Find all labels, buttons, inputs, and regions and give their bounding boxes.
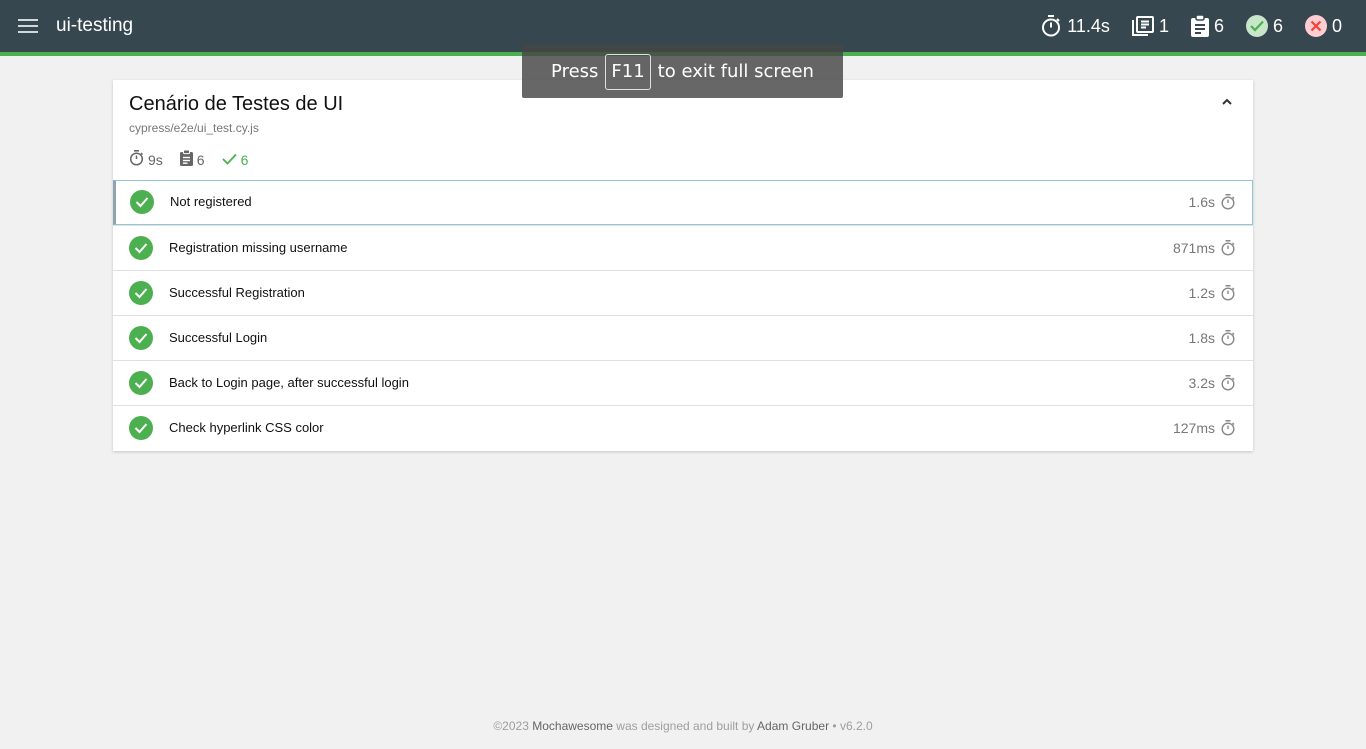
test-duration: 1.2s [1188, 285, 1215, 301]
test-title: Registration missing username [169, 240, 348, 255]
stat-duration-value: 11.4s [1067, 15, 1110, 36]
stat-failed[interactable]: 0 [1304, 15, 1342, 37]
suite-passed-count: 6 [221, 151, 249, 168]
test-duration: 127ms [1172, 420, 1215, 436]
check-circle-icon [129, 326, 153, 350]
suite-card: Cenário de Testes de UI cypress/e2e/ui_t… [113, 80, 1253, 451]
suite-passed-value: 6 [240, 151, 249, 168]
test-row[interactable]: Check hyperlink CSS color 127ms [113, 405, 1253, 450]
check-circle-icon [129, 236, 153, 260]
test-duration: 1.6s [1188, 194, 1215, 210]
test-row[interactable]: Successful Registration 1.2s [113, 270, 1253, 315]
stopwatch-icon [1220, 375, 1236, 391]
test-title: Successful Registration [169, 285, 305, 300]
stat-suites-value: 1 [1158, 15, 1169, 36]
test-title: Successful Login [169, 330, 268, 345]
menu-icon[interactable] [0, 0, 56, 52]
test-row[interactable]: Registration missing username 871ms [113, 225, 1253, 270]
clipboard-icon [1190, 15, 1209, 37]
footer-text: was designed and built by [616, 719, 755, 733]
test-duration: 3.2s [1188, 375, 1215, 391]
footer-author-link[interactable]: Adam Gruber [757, 719, 829, 733]
stopwatch-icon [1220, 420, 1236, 436]
check-icon [221, 152, 237, 168]
fullscreen-notice-press: Press [551, 61, 599, 82]
footer-version: • v6.2.0 [832, 719, 873, 733]
test-list: Not registered 1.6s Registration missing… [113, 180, 1253, 450]
stat-passed[interactable]: 6 [1245, 15, 1283, 37]
suite-duration: 9s [129, 150, 163, 169]
stat-suites[interactable]: 1 [1131, 15, 1169, 37]
suite-title: Cenário de Testes de UI [129, 93, 344, 115]
test-row[interactable]: Not registered 1.6s [113, 180, 1253, 225]
stat-failed-value: 0 [1331, 15, 1342, 36]
suite-summary: 9s 6 6 [129, 149, 265, 169]
test-title: Back to Login page, after successful log… [169, 375, 409, 390]
close-circle-icon [1304, 15, 1327, 37]
suite-tests-value: 6 [196, 151, 205, 168]
test-duration: 1.8s [1188, 330, 1215, 346]
fullscreen-notice-key: F11 [605, 53, 651, 90]
check-circle-icon [1245, 15, 1268, 37]
stopwatch-icon [1220, 285, 1236, 301]
check-circle-icon [130, 190, 154, 214]
test-row[interactable]: Successful Login 1.8s [113, 315, 1253, 360]
stat-tests-value: 6 [1213, 15, 1224, 36]
stat-tests[interactable]: 6 [1190, 15, 1224, 37]
test-title: Check hyperlink CSS color [169, 420, 324, 435]
check-circle-icon [129, 281, 153, 305]
report-title: ui-testing [56, 15, 134, 36]
footer-copyright: ©2023 [493, 719, 529, 733]
stopwatch-icon [1220, 330, 1236, 346]
test-title: Not registered [170, 194, 252, 209]
stopwatch-icon [1220, 194, 1236, 210]
suite-file-path: cypress/e2e/ui_test.cy.js [129, 121, 259, 135]
footer-product-link[interactable]: Mochawesome [532, 719, 613, 733]
stopwatch-icon [1041, 15, 1061, 37]
check-circle-icon [129, 416, 153, 440]
fullscreen-notice-text: to exit full screen [657, 61, 814, 82]
suite-duration-value: 9s [148, 151, 163, 168]
footer: ©2023 Mochawesome was designed and built… [0, 719, 1366, 733]
test-row[interactable]: Back to Login page, after successful log… [113, 360, 1253, 405]
stat-duration[interactable]: 11.4s [1041, 15, 1110, 37]
chevron-up-icon[interactable] [1219, 94, 1235, 110]
stats-bar: 11.4s 1 6 6 0 [1019, 0, 1366, 52]
fullscreen-notice: Press F11 to exit full screen [522, 45, 843, 98]
stat-passed-value: 6 [1272, 15, 1283, 36]
test-duration: 871ms [1172, 240, 1215, 256]
suite-tests-count: 6 [179, 149, 205, 169]
library-books-icon [1131, 16, 1154, 36]
stopwatch-icon [129, 150, 144, 169]
check-circle-icon [129, 371, 153, 395]
stopwatch-icon [1220, 240, 1236, 256]
clipboard-icon [179, 149, 193, 169]
